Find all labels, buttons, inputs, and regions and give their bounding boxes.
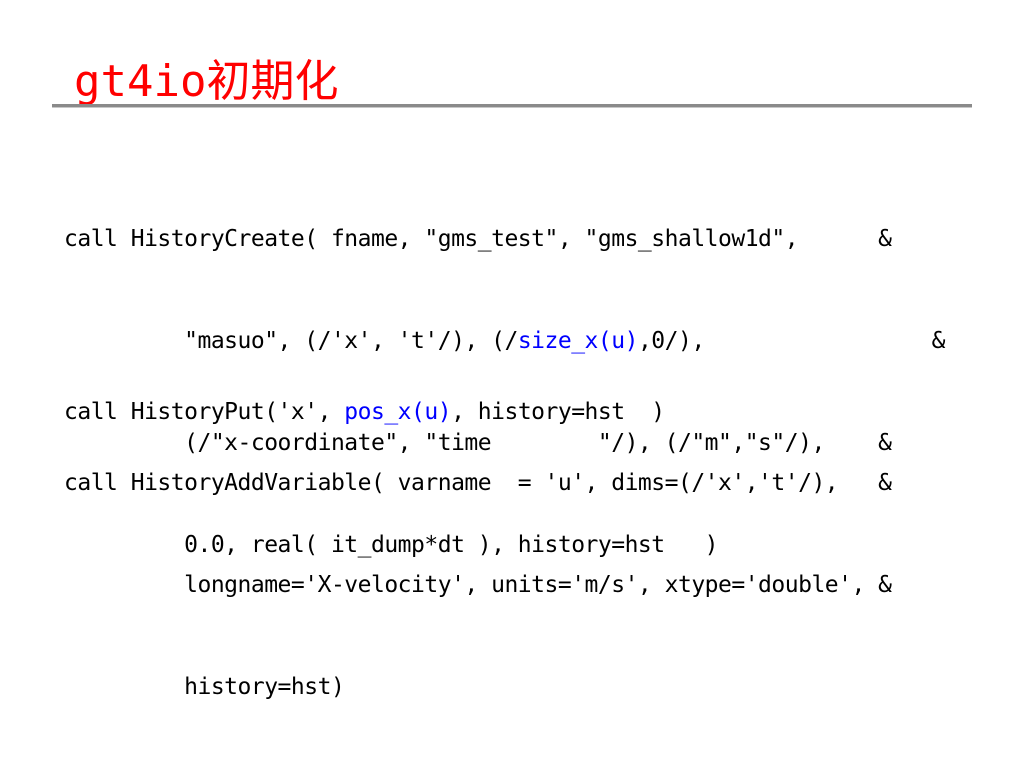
slide-title: gt4io初期化 [74,56,339,107]
code-line: call HistoryCreate( fname, "gms_test", "… [64,226,892,252]
code-line: history=hst) [64,674,345,700]
history-add-variable-code-block: call HistoryAddVariable( varname = 'u', … [64,398,892,768]
code-line: longname='X-velocity', units='m/s', xtyp… [64,572,892,598]
slide: gt4io初期化 call HistoryCreate( fname, "gms… [0,0,1024,768]
code-line: call HistoryAddVariable( varname = 'u', … [64,470,892,496]
title-divider [52,104,972,108]
code-text: ,0/), & [637,328,946,354]
